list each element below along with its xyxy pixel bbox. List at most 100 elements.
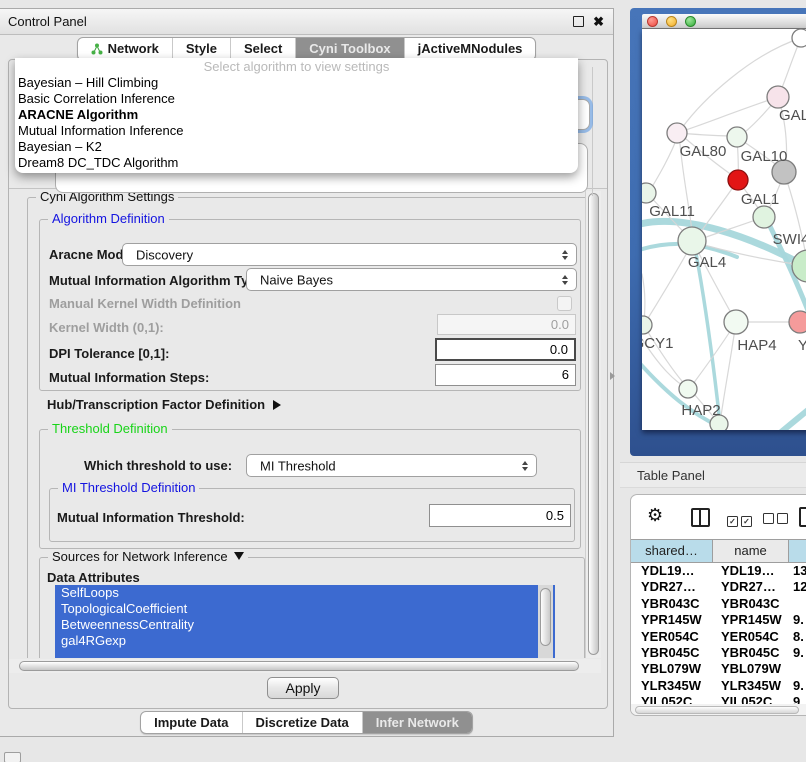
- gear-icon[interactable]: ⚙: [647, 505, 663, 526]
- clipped-toolbar-icon[interactable]: [799, 507, 806, 527]
- network-node[interactable]: [728, 170, 748, 190]
- application-root: Control Panel ✖ Network Style Select: [0, 0, 806, 762]
- clipped-corner-icon[interactable]: [4, 752, 21, 762]
- tab-select[interactable]: Select: [230, 38, 295, 60]
- list-scrollbar[interactable]: [538, 585, 553, 658]
- table-row[interactable]: YLR345WYLR345W9.: [631, 678, 806, 694]
- select-all-columns-icon[interactable]: ✓✓: [727, 511, 755, 529]
- dropdown-placeholder: Select algorithm to view settings: [15, 58, 578, 75]
- tab-discretize-data[interactable]: Discretize Data: [242, 712, 362, 733]
- algorithm-option[interactable]: Dream8 DC_TDC Algorithm: [15, 155, 578, 171]
- column-header-shared-name[interactable]: shared…: [631, 540, 713, 562]
- table-row[interactable]: YIL052CYIL052C9: [631, 694, 806, 704]
- network-node[interactable]: [679, 380, 697, 398]
- algorithm-option[interactable]: Bayesian – Hill Climbing: [15, 75, 578, 91]
- network-node[interactable]: [642, 183, 656, 203]
- table-row[interactable]: YBR045CYBR045C9.: [631, 645, 806, 661]
- manual-kernel-checkbox[interactable]: [557, 296, 572, 311]
- algorithm-option-selected[interactable]: ARACNE Algorithm: [15, 107, 578, 123]
- attribute-item-selected[interactable]: SelfLoops: [55, 585, 555, 601]
- table-row[interactable]: YPR145WYPR145W9.: [631, 612, 806, 628]
- which-threshold-combobox[interactable]: MI Threshold: [246, 454, 537, 477]
- dpi-tolerance-field[interactable]: 0.0: [435, 338, 576, 361]
- network-node[interactable]: [727, 127, 747, 147]
- table-cell: YLR345W: [631, 678, 713, 694]
- expanded-arrow-icon: [234, 552, 244, 560]
- settings-vertical-scrollbar[interactable]: [585, 191, 601, 658]
- network-graph[interactable]: GALGAL80GAL10GAL11GAL1GAL4SWI4HAP4YGCY1H…: [642, 29, 806, 430]
- table-cell: YBR045C: [713, 645, 789, 661]
- table-cell: YIL052C: [713, 694, 789, 704]
- network-canvas[interactable]: GALGAL80GAL10GAL11GAL1GAL4SWI4HAP4YGCY1H…: [642, 29, 806, 430]
- attribute-item-selected[interactable]: BetweennessCentrality: [55, 617, 555, 633]
- tab-infer-network[interactable]: Infer Network: [362, 712, 472, 733]
- tab-cyni-toolbox[interactable]: Cyni Toolbox: [295, 38, 403, 60]
- network-edge[interactable]: [780, 405, 806, 430]
- column-header-clipped[interactable]: [789, 540, 806, 562]
- float-window-icon[interactable]: [573, 16, 584, 27]
- table-cell: YDR27…: [631, 579, 713, 595]
- network-node[interactable]: [678, 227, 706, 255]
- hidden-groupbox-border: [592, 67, 593, 196]
- algorithm-option[interactable]: Mutual Information Inference: [15, 123, 578, 139]
- mi-threshold-field[interactable]: 0.5: [429, 504, 571, 527]
- zoom-traffic-light-icon[interactable]: [685, 16, 696, 27]
- manual-kernel-label: Manual Kernel Width Definition: [49, 296, 241, 311]
- network-window-titlebar[interactable]: [642, 14, 806, 29]
- sources-expander[interactable]: Sources for Network Inference: [48, 550, 248, 564]
- scrollbar-thumb[interactable]: [635, 706, 799, 714]
- control-panel-titlebar[interactable]: Control Panel ✖: [0, 9, 613, 35]
- mi-steps-field[interactable]: 6: [435, 364, 576, 386]
- network-edge[interactable]: [720, 322, 736, 423]
- column-layout-icon[interactable]: [691, 508, 710, 527]
- scrollbar-thumb[interactable]: [588, 193, 599, 655]
- kernel-width-field[interactable]: 0.0: [437, 314, 576, 335]
- list-scrollbar-thumb[interactable]: [540, 588, 551, 646]
- mi-threshold-label: Mutual Information Threshold:: [57, 510, 245, 525]
- network-view-window[interactable]: GALGAL80GAL10GAL11GAL1GAL4SWI4HAP4YGCY1H…: [630, 8, 806, 456]
- table-row[interactable]: YDR27…YDR27…12: [631, 579, 806, 595]
- table-cell: YBR043C: [713, 596, 789, 612]
- table-row[interactable]: YBR043CYBR043C: [631, 596, 806, 612]
- apply-button[interactable]: Apply: [267, 677, 339, 699]
- close-icon[interactable]: ✖: [593, 9, 604, 34]
- scrollbar-thumb[interactable]: [19, 661, 579, 671]
- network-node[interactable]: [792, 29, 806, 47]
- tab-jactivemnodules[interactable]: jActiveMNodules: [404, 38, 536, 60]
- close-traffic-light-icon[interactable]: [647, 16, 658, 27]
- network-node[interactable]: [753, 206, 775, 228]
- network-node[interactable]: [767, 86, 789, 108]
- deselect-all-columns-icon[interactable]: [763, 511, 791, 529]
- bottom-tab-bar: Impute Data Discretize Data Infer Networ…: [0, 711, 613, 734]
- table-row[interactable]: YDL19…YDL19…13: [631, 563, 806, 579]
- network-node[interactable]: [724, 310, 748, 334]
- hub-definition-expander[interactable]: Hub/Transcription Factor Definition: [47, 397, 281, 412]
- table-row[interactable]: YBL079WYBL079W: [631, 661, 806, 677]
- mi-type-combobox[interactable]: Naive Bayes: [246, 268, 577, 291]
- column-header-name[interactable]: name: [713, 540, 789, 562]
- algorithm-option[interactable]: Bayesian – K2: [15, 139, 578, 155]
- table-cell: YPR145W: [631, 612, 713, 628]
- network-node-label: GAL: [779, 107, 806, 124]
- settings-horizontal-scrollbar[interactable]: [9, 659, 601, 673]
- table-cell: 8.: [789, 629, 806, 645]
- attribute-item-selected[interactable]: TopologicalCoefficient: [55, 601, 555, 617]
- attribute-item-selected[interactable]: gal4RGexp: [55, 633, 555, 649]
- tab-network[interactable]: Network: [78, 38, 172, 60]
- table-cell: 12: [789, 579, 806, 595]
- table-horizontal-scrollbar[interactable]: [631, 704, 806, 716]
- tab-style[interactable]: Style: [172, 38, 230, 60]
- mi-type-label: Mutual Information Algorithm Type:: [49, 273, 268, 288]
- minimize-traffic-light-icon[interactable]: [666, 16, 677, 27]
- network-node[interactable]: [642, 316, 652, 334]
- tab-impute-data[interactable]: Impute Data: [141, 712, 241, 733]
- stepper-arrows-icon: [562, 275, 568, 285]
- pane-divider-arrow[interactable]: [610, 372, 615, 380]
- network-node[interactable]: [667, 123, 687, 143]
- algorithm-option[interactable]: Basic Correlation Inference: [15, 91, 578, 107]
- table-row[interactable]: YER054CYER054C8.: [631, 629, 806, 645]
- data-attributes-list[interactable]: SelfLoopsTopologicalCoefficientBetweenne…: [55, 585, 555, 658]
- network-node[interactable]: [789, 311, 806, 333]
- group-title: MI Threshold Definition: [58, 481, 199, 495]
- aracne-mode-combobox[interactable]: Discovery: [122, 243, 577, 266]
